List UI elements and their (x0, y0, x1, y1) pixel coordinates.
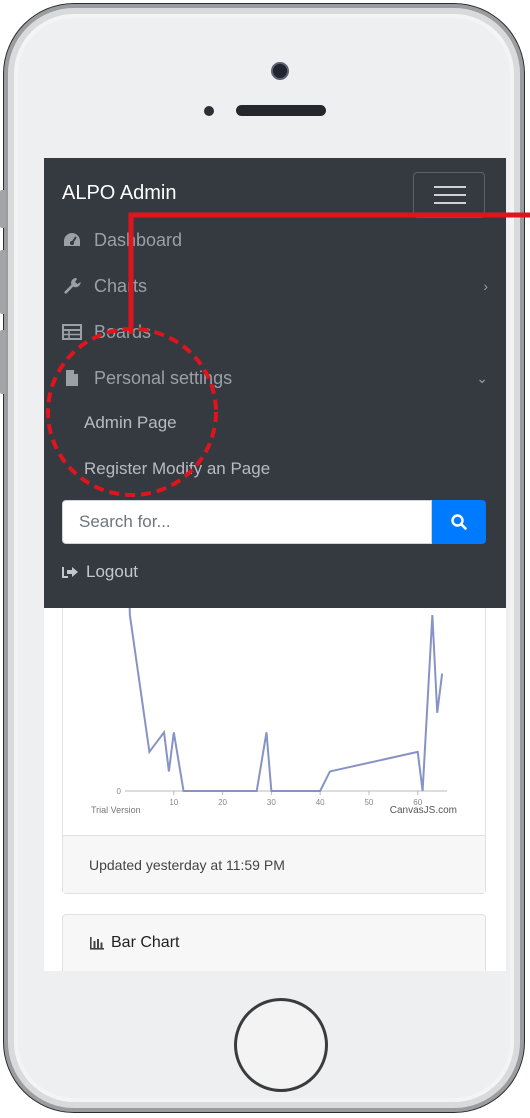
hamburger-icon (434, 186, 466, 188)
chevron-right-icon: › (483, 278, 488, 294)
volume-down-button (0, 330, 6, 394)
file-icon (66, 370, 78, 386)
hamburger-icon-bar (434, 202, 466, 204)
bar-chart-title: Bar Chart (111, 934, 180, 951)
front-camera (271, 62, 289, 80)
chevron-down-icon: ⌄ (476, 369, 488, 386)
hamburger-menu-button[interactable] (413, 172, 485, 218)
y-tick-label: 0 (117, 787, 122, 796)
x-tick-label: 30 (267, 798, 276, 807)
sign-out-icon (62, 567, 78, 578)
logout-link[interactable]: Logout (62, 562, 138, 582)
brand-title[interactable]: ALPO Admin (62, 182, 177, 205)
line-chart-card: 010102030405060Trial VersionCanvasJS.com… (62, 598, 486, 894)
bar-chart-card: Bar Chart (62, 914, 486, 971)
search-icon (451, 514, 467, 530)
nav-item-label: Dashboard (94, 229, 183, 250)
line-chart: 010102030405060Trial VersionCanvasJS.com (91, 599, 457, 816)
sub-item-admin-page[interactable]: Admin Page (84, 409, 177, 437)
logout-label: Logout (86, 562, 138, 581)
phone-screen: 010102030405060Trial VersionCanvasJS.com… (44, 158, 506, 971)
watermark-trial: Trial Version (91, 805, 141, 815)
search-button[interactable] (432, 500, 486, 544)
search-form (62, 500, 486, 544)
x-tick-label: 20 (218, 798, 227, 807)
x-tick-label: 40 (316, 798, 325, 807)
home-button[interactable] (234, 998, 328, 1092)
side-button (0, 190, 6, 228)
proximity-sensor (204, 106, 214, 116)
series-line (128, 599, 444, 792)
chart-updated-text: Updated yesterday at 11:59 PM (63, 835, 485, 893)
nav-item-boards[interactable]: Boards (62, 317, 488, 347)
sub-item-register-modify-page[interactable]: Register Modify an Page (84, 455, 270, 483)
nav-item-label: Personal settings (94, 367, 233, 388)
table-icon (62, 324, 82, 340)
navbar: ALPO Admin Dashboard Charts › Boards Per… (44, 158, 506, 608)
wrench-icon (64, 278, 81, 294)
bar-chart-header: Bar Chart (63, 915, 485, 971)
search-input[interactable] (62, 500, 432, 544)
volume-up-button (0, 250, 6, 314)
nav-item-label: Charts (94, 275, 148, 296)
earpiece-speaker (236, 105, 326, 116)
hamburger-icon-bar (434, 194, 466, 196)
nav-item-personal-settings[interactable]: Personal settings ⌄ (62, 363, 488, 393)
nav-item-label: Boards (94, 321, 152, 342)
x-tick-label: 50 (364, 798, 373, 807)
x-tick-label: 10 (169, 798, 178, 807)
nav-item-dashboard[interactable]: Dashboard (62, 225, 488, 255)
bar-chart-icon (90, 937, 104, 950)
watermark-canvasjs: CanvasJS.com (390, 805, 457, 816)
nav-item-charts[interactable]: Charts › (62, 271, 488, 301)
tachometer-icon (64, 233, 80, 246)
